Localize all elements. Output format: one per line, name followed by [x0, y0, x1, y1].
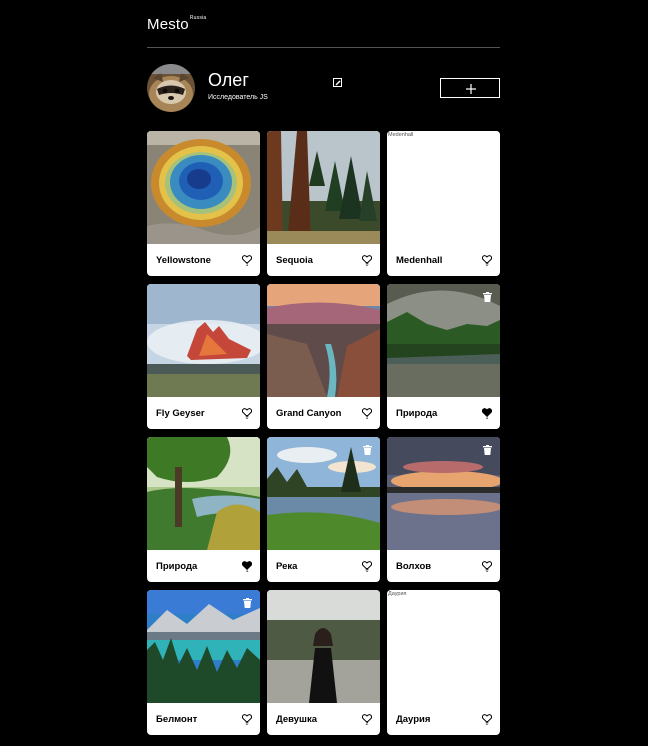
heart-icon[interactable] — [481, 251, 493, 264]
heart-icon[interactable] — [361, 251, 373, 264]
place-card: Природа 1 — [147, 437, 260, 582]
card-image[interactable] — [267, 131, 380, 244]
like-count: 1 — [485, 415, 489, 421]
mesto-logo[interactable]: MestoRussia — [147, 15, 207, 33]
cards-grid: Yellowstone 1 Sequoia 0 Medenhall Medenh… — [147, 131, 500, 735]
like-count: 0 — [365, 568, 369, 574]
card-footer: Природа 1 — [387, 397, 500, 429]
card-image[interactable]: Даурия — [387, 590, 500, 703]
card-footer: Белмонт 0 — [147, 703, 260, 735]
profile-section: Олег Исследователь JS — [147, 64, 500, 114]
trash-icon[interactable] — [363, 445, 372, 455]
place-card: Yellowstone 1 — [147, 131, 260, 276]
avatar[interactable] — [147, 64, 195, 112]
profile-name: Олег — [208, 70, 249, 90]
card-title: Grand Canyon — [276, 408, 342, 419]
logo-superscript: Russia — [189, 15, 207, 21]
like-count: 0 — [365, 262, 369, 268]
card-footer: Fly Geyser 0 — [147, 397, 260, 429]
place-card: Даурия Даурия 0 — [387, 590, 500, 735]
plus-icon — [466, 84, 476, 94]
trash-icon[interactable] — [483, 292, 492, 302]
card-image[interactable] — [387, 284, 500, 397]
like-count: 0 — [245, 415, 249, 421]
heart-icon[interactable] — [481, 557, 493, 570]
card-footer: Medenhall 0 — [387, 244, 500, 276]
card-image[interactable] — [147, 437, 260, 550]
card-footer: Девушка 2 — [267, 703, 380, 735]
like-count: 0 — [245, 721, 249, 727]
card-image[interactable] — [147, 131, 260, 244]
card-footer: Природа 1 — [147, 550, 260, 582]
card-footer: Река 0 — [267, 550, 380, 582]
like-count: 0 — [485, 568, 489, 574]
card-title: Природа — [156, 561, 198, 572]
heart-filled-icon[interactable] — [481, 404, 493, 417]
card-image[interactable] — [387, 437, 500, 550]
card-footer: Sequoia 0 — [267, 244, 380, 276]
card-image[interactable] — [147, 590, 260, 703]
card-image[interactable] — [267, 437, 380, 550]
pencil-icon — [335, 80, 341, 86]
like-count: 2 — [365, 721, 369, 727]
card-image[interactable] — [147, 284, 260, 397]
like-count: 1 — [245, 568, 249, 574]
edit-profile-button[interactable] — [333, 78, 342, 87]
heart-icon[interactable] — [241, 404, 253, 417]
card-footer: Yellowstone 1 — [147, 244, 260, 276]
card-title: Река — [276, 561, 298, 572]
place-card: Sequoia 0 — [267, 131, 380, 276]
card-title: Природа — [396, 408, 438, 419]
like-count: 1 — [245, 262, 249, 268]
place-card: Девушка 2 — [267, 590, 380, 735]
like-count: 0 — [485, 262, 489, 268]
card-title: Medenhall — [396, 255, 443, 266]
heart-icon[interactable] — [361, 404, 373, 417]
heart-filled-icon[interactable] — [241, 557, 253, 570]
logo-text: Mesto — [147, 16, 189, 33]
heart-icon[interactable] — [361, 710, 373, 723]
heart-icon[interactable] — [361, 557, 373, 570]
place-card: Река 0 — [267, 437, 380, 582]
place-card: Fly Geyser 0 — [147, 284, 260, 429]
card-footer: Волхов 0 — [387, 550, 500, 582]
card-title: Девушка — [276, 714, 318, 725]
card-image[interactable]: Medenhall — [387, 131, 500, 244]
place-card: Белмонт 0 — [147, 590, 260, 735]
card-title: Fly Geyser — [156, 408, 205, 419]
broken-image-alt: Даурия — [388, 591, 407, 597]
card-title: Yellowstone — [156, 255, 211, 266]
place-card: Волхов 0 — [387, 437, 500, 582]
heart-icon[interactable] — [481, 710, 493, 723]
heart-icon[interactable] — [241, 710, 253, 723]
profile-about: Исследователь JS — [208, 94, 268, 101]
place-card: Medenhall Medenhall 0 — [387, 131, 500, 276]
card-image[interactable] — [267, 590, 380, 703]
page-header: MestoRussia — [147, 0, 500, 48]
trash-icon[interactable] — [243, 598, 252, 608]
card-footer: Даурия 0 — [387, 703, 500, 735]
raccoon-avatar-image — [147, 64, 195, 112]
broken-image-alt: Medenhall — [388, 132, 414, 138]
card-title: Волхов — [396, 561, 432, 572]
place-card: Grand Canyon 1 — [267, 284, 380, 429]
card-image[interactable] — [267, 284, 380, 397]
like-count: 0 — [485, 721, 489, 727]
like-count: 1 — [365, 415, 369, 421]
card-title: Даурия — [396, 714, 431, 725]
heart-icon[interactable] — [241, 251, 253, 264]
card-title: Белмонт — [156, 714, 198, 725]
trash-icon[interactable] — [483, 445, 492, 455]
add-card-button[interactable] — [440, 78, 500, 98]
card-footer: Grand Canyon 1 — [267, 397, 380, 429]
card-title: Sequoia — [276, 255, 313, 266]
place-card: Природа 1 — [387, 284, 500, 429]
